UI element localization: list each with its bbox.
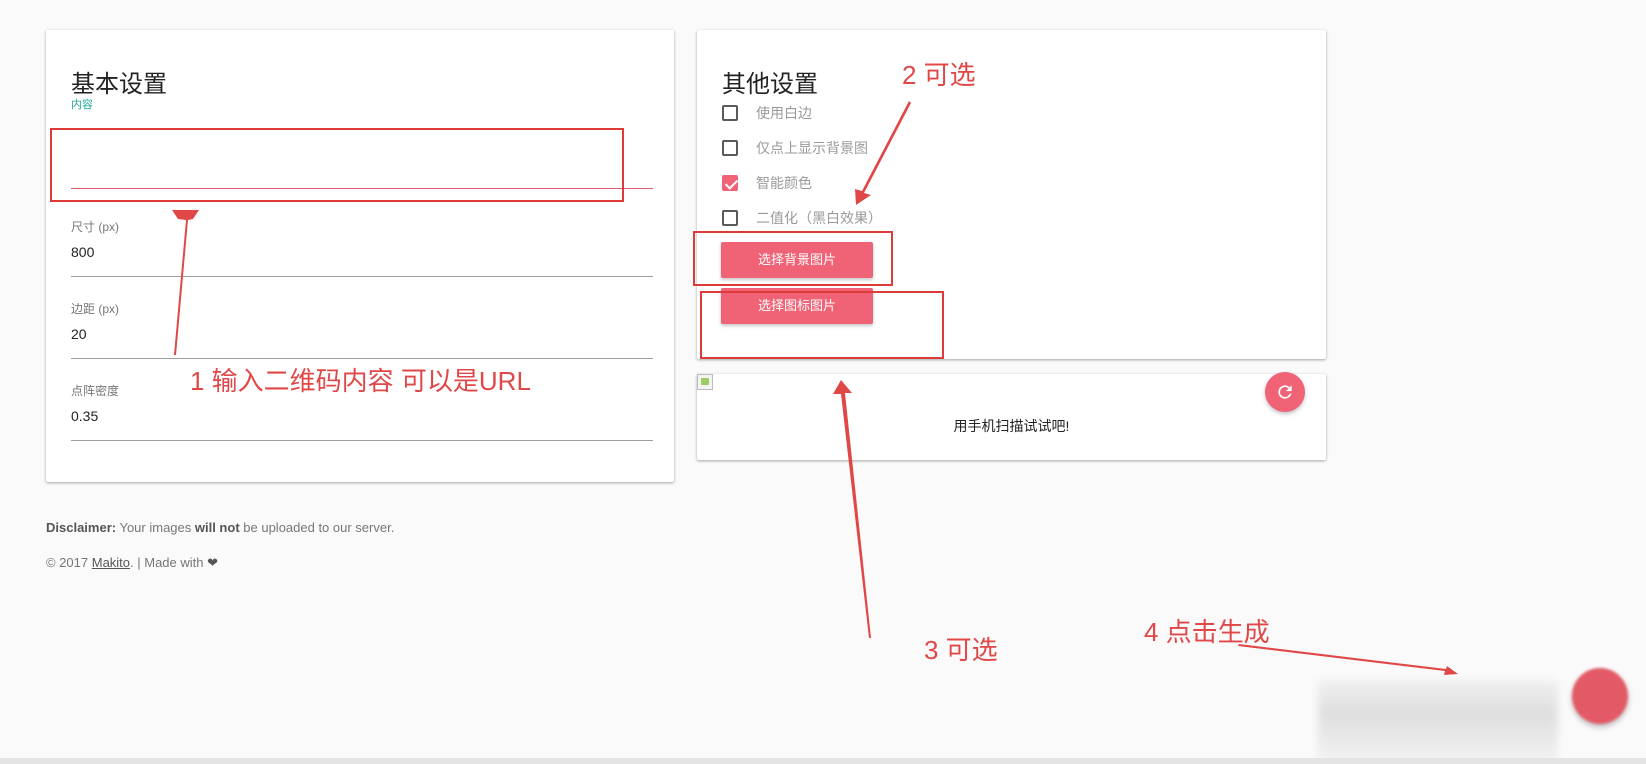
generate-fab-button[interactable]	[1572, 668, 1628, 724]
margin-input[interactable]: 20	[71, 326, 87, 342]
window-bottom-edge	[0, 758, 1646, 764]
basic-settings-card: 基本设置 内容 尺寸 (px) 800 边距 (px) 20 点阵密度 0.35	[46, 30, 674, 482]
option-label: 二值化（黑白效果）	[756, 210, 882, 226]
disclaimer-text: Your images	[116, 520, 195, 535]
made-with-text: . | Made with	[130, 555, 208, 570]
size-input[interactable]: 800	[71, 244, 94, 260]
disclaimer-emphasis: will not	[194, 520, 240, 535]
refresh-button[interactable]	[1265, 372, 1305, 412]
disclaimer-text-end: be uploaded to our server.	[239, 520, 395, 535]
basic-settings-title: 基本设置	[71, 71, 167, 98]
highlight-icon-button-box	[700, 291, 944, 359]
annotation-2: 2 可选	[902, 60, 976, 90]
checkbox-binarize[interactable]	[722, 210, 738, 226]
heart-icon: ❤	[207, 555, 219, 570]
margin-label: 边距 (px)	[71, 302, 120, 316]
annotation-1: 1 输入二维码内容 可以是URL	[190, 366, 531, 396]
option-dots-only-background[interactable]: 仅点上显示背景图	[722, 137, 868, 159]
density-input-underline	[71, 440, 653, 441]
option-white-margin[interactable]: 使用白边	[722, 102, 812, 124]
density-input[interactable]: 0.35	[71, 408, 98, 424]
arrow-4-icon	[1238, 644, 1458, 675]
annotation-4: 4 点击生成	[1144, 617, 1270, 647]
author-link[interactable]: Makito	[92, 555, 130, 570]
option-smart-color[interactable]: 智能颜色	[722, 172, 812, 194]
density-label: 点阵密度	[71, 384, 120, 398]
option-label: 智能颜色	[756, 175, 812, 191]
checkbox-white-margin[interactable]	[722, 105, 738, 121]
other-settings-title: 其他设置	[722, 71, 818, 98]
size-input-underline	[71, 276, 653, 277]
copyright-text: © 2017	[46, 555, 92, 570]
margin-input-underline	[71, 358, 653, 359]
preview-card: 用手机扫描试试吧!	[697, 372, 1326, 460]
refresh-icon	[1278, 385, 1292, 399]
size-label: 尺寸 (px)	[71, 220, 120, 234]
annotation-3: 3 可选	[924, 635, 998, 665]
scan-hint-text: 用手机扫描试试吧!	[953, 418, 1070, 434]
disclaimer-bold: Disclaimer:	[46, 520, 117, 535]
option-label: 仅点上显示背景图	[756, 140, 868, 156]
checkbox-smart-color[interactable]	[722, 175, 738, 191]
disclaimer: Disclaimer: Your images will not be uplo…	[46, 520, 394, 535]
highlight-content-box	[50, 128, 624, 202]
copyright: © 2017 Makito. | Made with ❤	[46, 555, 218, 571]
option-label: 使用白边	[756, 105, 812, 121]
blurred-watermark-area	[1318, 680, 1558, 764]
highlight-background-button-box	[693, 231, 893, 286]
checkbox-dots-only-background[interactable]	[722, 140, 738, 156]
option-binarize[interactable]: 二值化（黑白效果）	[722, 207, 882, 229]
content-label: 内容	[71, 99, 93, 111]
broken-image-icon	[697, 374, 713, 390]
